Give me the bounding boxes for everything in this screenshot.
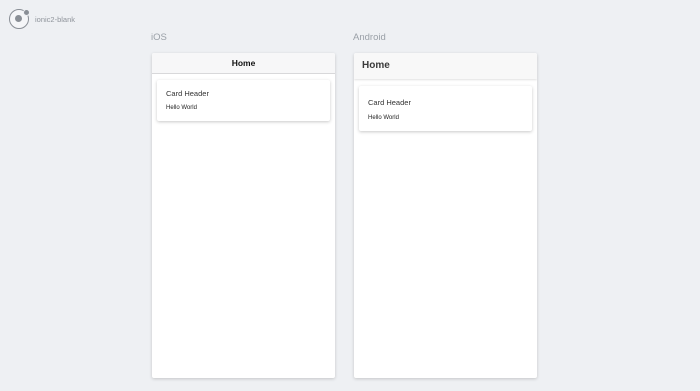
android-card-header: Card Header [368, 98, 411, 107]
brand[interactable]: ionic2-blank [9, 9, 75, 29]
platform-label-android: Android [353, 32, 386, 43]
ios-card-content: Hello World [166, 105, 197, 111]
android-toolbar: Home [354, 53, 537, 79]
ionic-logo-icon [9, 9, 30, 29]
ios-card: Card Header Hello World [157, 80, 330, 121]
ios-toolbar-title: Home [231, 58, 256, 68]
ios-toolbar: Home [152, 53, 335, 74]
ios-card-header: Card Header [166, 89, 209, 98]
ios-device-frame: Home Card Header Hello World [152, 53, 335, 378]
ionic-lab-preview: ionic2-blank iOS Android Home Card Heade… [0, 0, 700, 391]
android-toolbar-title: Home [362, 60, 390, 71]
android-card-content: Hello World [368, 115, 399, 121]
platform-label-ios: iOS [151, 32, 167, 43]
android-device-frame: Home Card Header Hello World [354, 53, 537, 378]
app-name: ionic2-blank [35, 14, 76, 24]
android-card: Card Header Hello World [359, 86, 532, 131]
